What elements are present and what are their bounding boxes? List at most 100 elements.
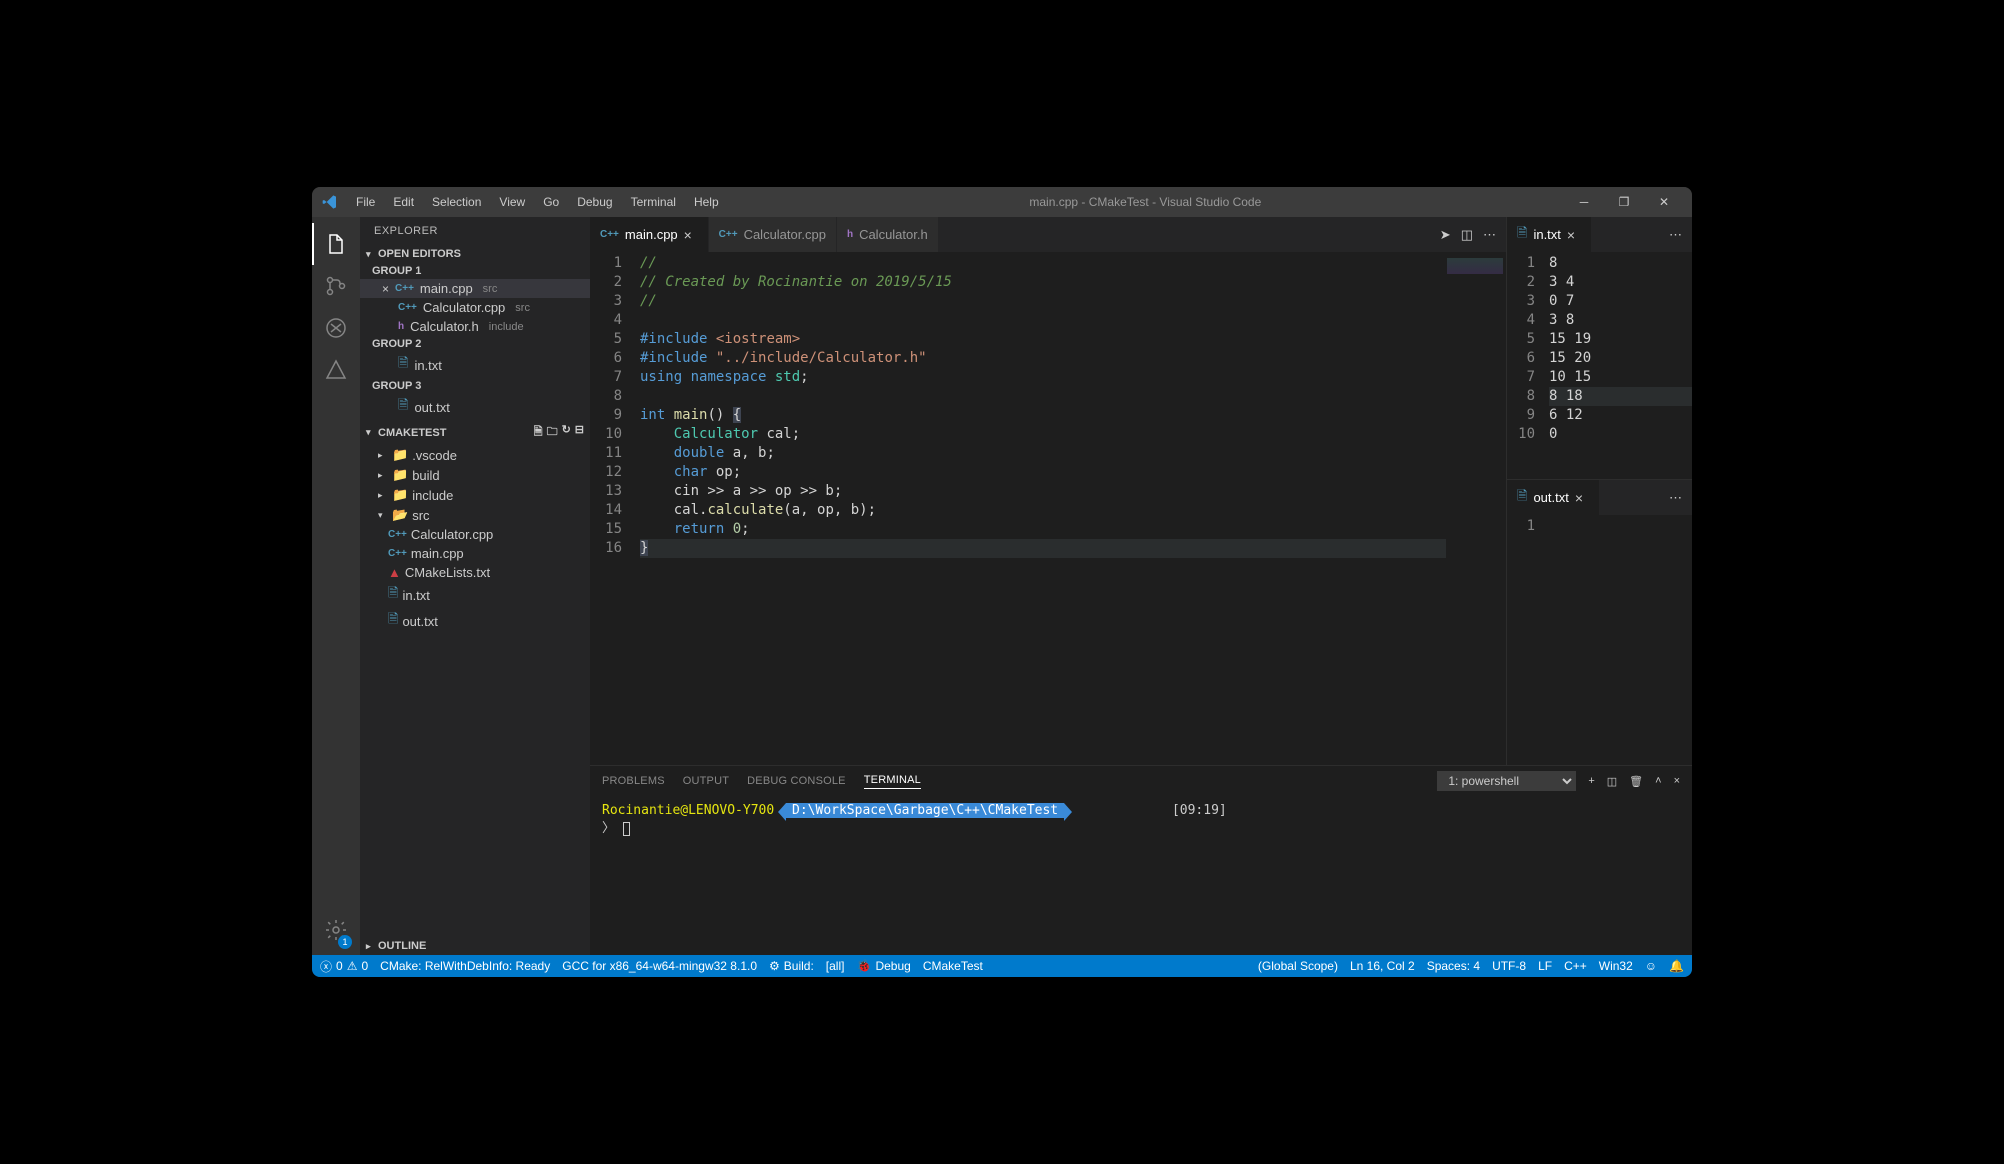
new-terminal-icon[interactable]: + (1588, 775, 1594, 787)
menu-terminal[interactable]: Terminal (623, 191, 684, 213)
open-editor-main[interactable]: × C++ main.cppsrc (360, 279, 590, 298)
status-os[interactable]: Win32 (1599, 959, 1633, 973)
git-icon[interactable] (312, 265, 360, 307)
panel-output[interactable]: OUTPUT (683, 775, 729, 787)
status-position[interactable]: Ln 16, Col 2 (1350, 959, 1415, 973)
open-editor-in[interactable]: 🗎 in.txt (360, 352, 590, 378)
open-editor-calc-cpp[interactable]: C++ Calculator.cppsrc (360, 298, 590, 317)
feedback-icon[interactable]: ☺ (1645, 959, 1657, 973)
code-content[interactable]: // // Created by Rocinantie on 2019/5/15… (640, 252, 1446, 765)
tab-out[interactable]: 🗎out.txt× (1507, 480, 1600, 515)
tree-vscode[interactable]: ▸📁.vscode (360, 445, 590, 465)
panel-problems[interactable]: PROBLEMS (602, 775, 665, 787)
tab-in[interactable]: 🗎in.txt× (1507, 217, 1592, 252)
tab-calc[interactable]: C++Calculator.cpp (709, 217, 837, 252)
refresh-icon[interactable]: ↻ (562, 423, 571, 442)
minimap[interactable] (1446, 252, 1506, 765)
menu-file[interactable]: File (348, 191, 383, 213)
file-icon: 🗎 (1517, 224, 1527, 246)
menu-view[interactable]: View (491, 191, 533, 213)
file-icon: 🗎 (388, 584, 398, 606)
close-panel-icon[interactable]: × (1674, 775, 1680, 787)
tree-out[interactable]: 🗎out.txt (360, 608, 590, 634)
menu-go[interactable]: Go (535, 191, 567, 213)
close-icon[interactable]: × (1575, 490, 1589, 506)
tab-calc-h[interactable]: hCalculator.h (837, 217, 939, 252)
menu-edit[interactable]: Edit (385, 191, 422, 213)
more-icon[interactable]: ⋯ (1483, 227, 1496, 243)
bell-icon[interactable]: 🔔 (1669, 959, 1684, 973)
tree-include[interactable]: ▸📁include (360, 485, 590, 505)
close-icon[interactable]: × (684, 227, 698, 243)
cmake-icon[interactable] (312, 349, 360, 391)
more-icon[interactable]: ⋯ (1669, 227, 1682, 243)
close-icon[interactable]: × (1567, 227, 1581, 243)
tab-main[interactable]: C++main.cpp× (590, 217, 709, 252)
in-editor[interactable]: 12345678910 8 3 4 0 7 3 8 15 19 15 20 10… (1507, 252, 1692, 479)
menu-debug[interactable]: Debug (569, 191, 620, 213)
tree-calc-cpp[interactable]: C++Calculator.cpp (360, 525, 590, 544)
open-editor-calc-h[interactable]: h Calculator.hinclude (360, 317, 590, 336)
tree-in[interactable]: 🗎in.txt (360, 582, 590, 608)
new-file-icon[interactable]: 🗎 (534, 423, 543, 442)
split-terminal-icon[interactable]: ◫ (1607, 775, 1617, 788)
file-icon: 🗎 (1517, 487, 1527, 509)
kill-terminal-icon[interactable]: 🗑 (1629, 775, 1643, 788)
tab-bar-3: 🗎out.txt× ⋯ (1507, 480, 1692, 515)
more-icon[interactable]: ⋯ (1669, 490, 1682, 506)
tree-main-cpp[interactable]: C++main.cpp (360, 544, 590, 563)
menu-help[interactable]: Help (686, 191, 727, 213)
split-icon[interactable]: ◫ (1461, 227, 1473, 243)
minimize-button[interactable]: ─ (1564, 187, 1604, 217)
status-errors[interactable]: ⓧ0 ⚠0 (320, 958, 368, 975)
files-icon[interactable] (312, 223, 360, 265)
panel-terminal[interactable]: TERMINAL (864, 774, 921, 789)
status-debug[interactable]: 🐞Debug (856, 959, 910, 973)
status-cmake[interactable]: CMake: RelWithDebInfo: Ready (380, 959, 550, 973)
close-icon[interactable]: × (382, 282, 389, 296)
project-header[interactable]: ▾CMAKETEST 🗎 🗀 ↻ ⊟ (360, 420, 590, 445)
h-icon: h (847, 229, 853, 240)
bug-icon[interactable] (312, 307, 360, 349)
maximize-panel-icon[interactable]: ˄ (1655, 775, 1661, 787)
line-numbers: 1 (1507, 515, 1549, 765)
close-button[interactable]: ✕ (1644, 187, 1684, 217)
status-gcc[interactable]: GCC for x86_64-w64-mingw32 8.1.0 (562, 959, 757, 973)
status-scope[interactable]: (Global Scope) (1258, 959, 1338, 973)
run-icon[interactable]: ➤ (1440, 227, 1451, 243)
code-editor[interactable]: 12345678910111213141516 // // Created by… (590, 252, 1506, 765)
out-editor[interactable]: 1 (1507, 515, 1692, 765)
settings-icon[interactable]: 1 (312, 909, 360, 951)
new-folder-icon[interactable]: 🗀 (547, 423, 558, 442)
tree-cmakelists[interactable]: ▲CMakeLists.txt (360, 563, 590, 582)
bug-icon: 🐞 (856, 959, 871, 973)
outline-header[interactable]: ▸OUTLINE (360, 937, 590, 955)
out-content[interactable] (1549, 515, 1692, 765)
maximize-button[interactable]: ❐ (1604, 187, 1644, 217)
line-numbers: 12345678910 (1507, 252, 1549, 479)
terminal-select[interactable]: 1: powershell (1437, 771, 1576, 791)
status-eol[interactable]: LF (1538, 959, 1552, 973)
terminal-body[interactable]: Rocinantie@LENOVO-Y700 D:\WorkSpace\Garb… (590, 796, 1692, 955)
in-content[interactable]: 8 3 4 0 7 3 8 15 19 15 20 10 15 8 186 12… (1549, 252, 1692, 479)
status-lang[interactable]: C++ (1564, 959, 1587, 973)
editor-groups-side: 🗎in.txt× ⋯ 12345678910 8 3 4 0 7 3 8 15 … (1507, 217, 1692, 765)
tree-src[interactable]: ▾📂src (360, 505, 590, 525)
status-encoding[interactable]: UTF-8 (1492, 959, 1526, 973)
cpp-icon: C++ (398, 302, 417, 313)
prompt-user: Rocinantie@LENOVO-Y700 (602, 803, 774, 818)
menu-selection[interactable]: Selection (424, 191, 489, 213)
gear-icon: ⚙ (769, 959, 780, 973)
open-editors-header[interactable]: ▾OPEN EDITORS (360, 245, 590, 263)
tree-build[interactable]: ▸📁build (360, 465, 590, 485)
vscode-window: File Edit Selection View Go Debug Termin… (312, 187, 1692, 977)
tab-bar-2: 🗎in.txt× ⋯ (1507, 217, 1692, 252)
status-spaces[interactable]: Spaces: 4 (1427, 959, 1480, 973)
panel-debug[interactable]: DEBUG CONSOLE (747, 775, 846, 787)
open-editor-out[interactable]: 🗎 out.txt (360, 394, 590, 420)
status-build-target[interactable]: [all] (826, 959, 845, 973)
collapse-icon[interactable]: ⊟ (575, 423, 584, 442)
status-project[interactable]: CMakeTest (923, 959, 983, 973)
status-build[interactable]: ⚙Build: (769, 959, 814, 973)
editor-area: C++main.cpp× C++Calculator.cpp hCalculat… (590, 217, 1692, 955)
